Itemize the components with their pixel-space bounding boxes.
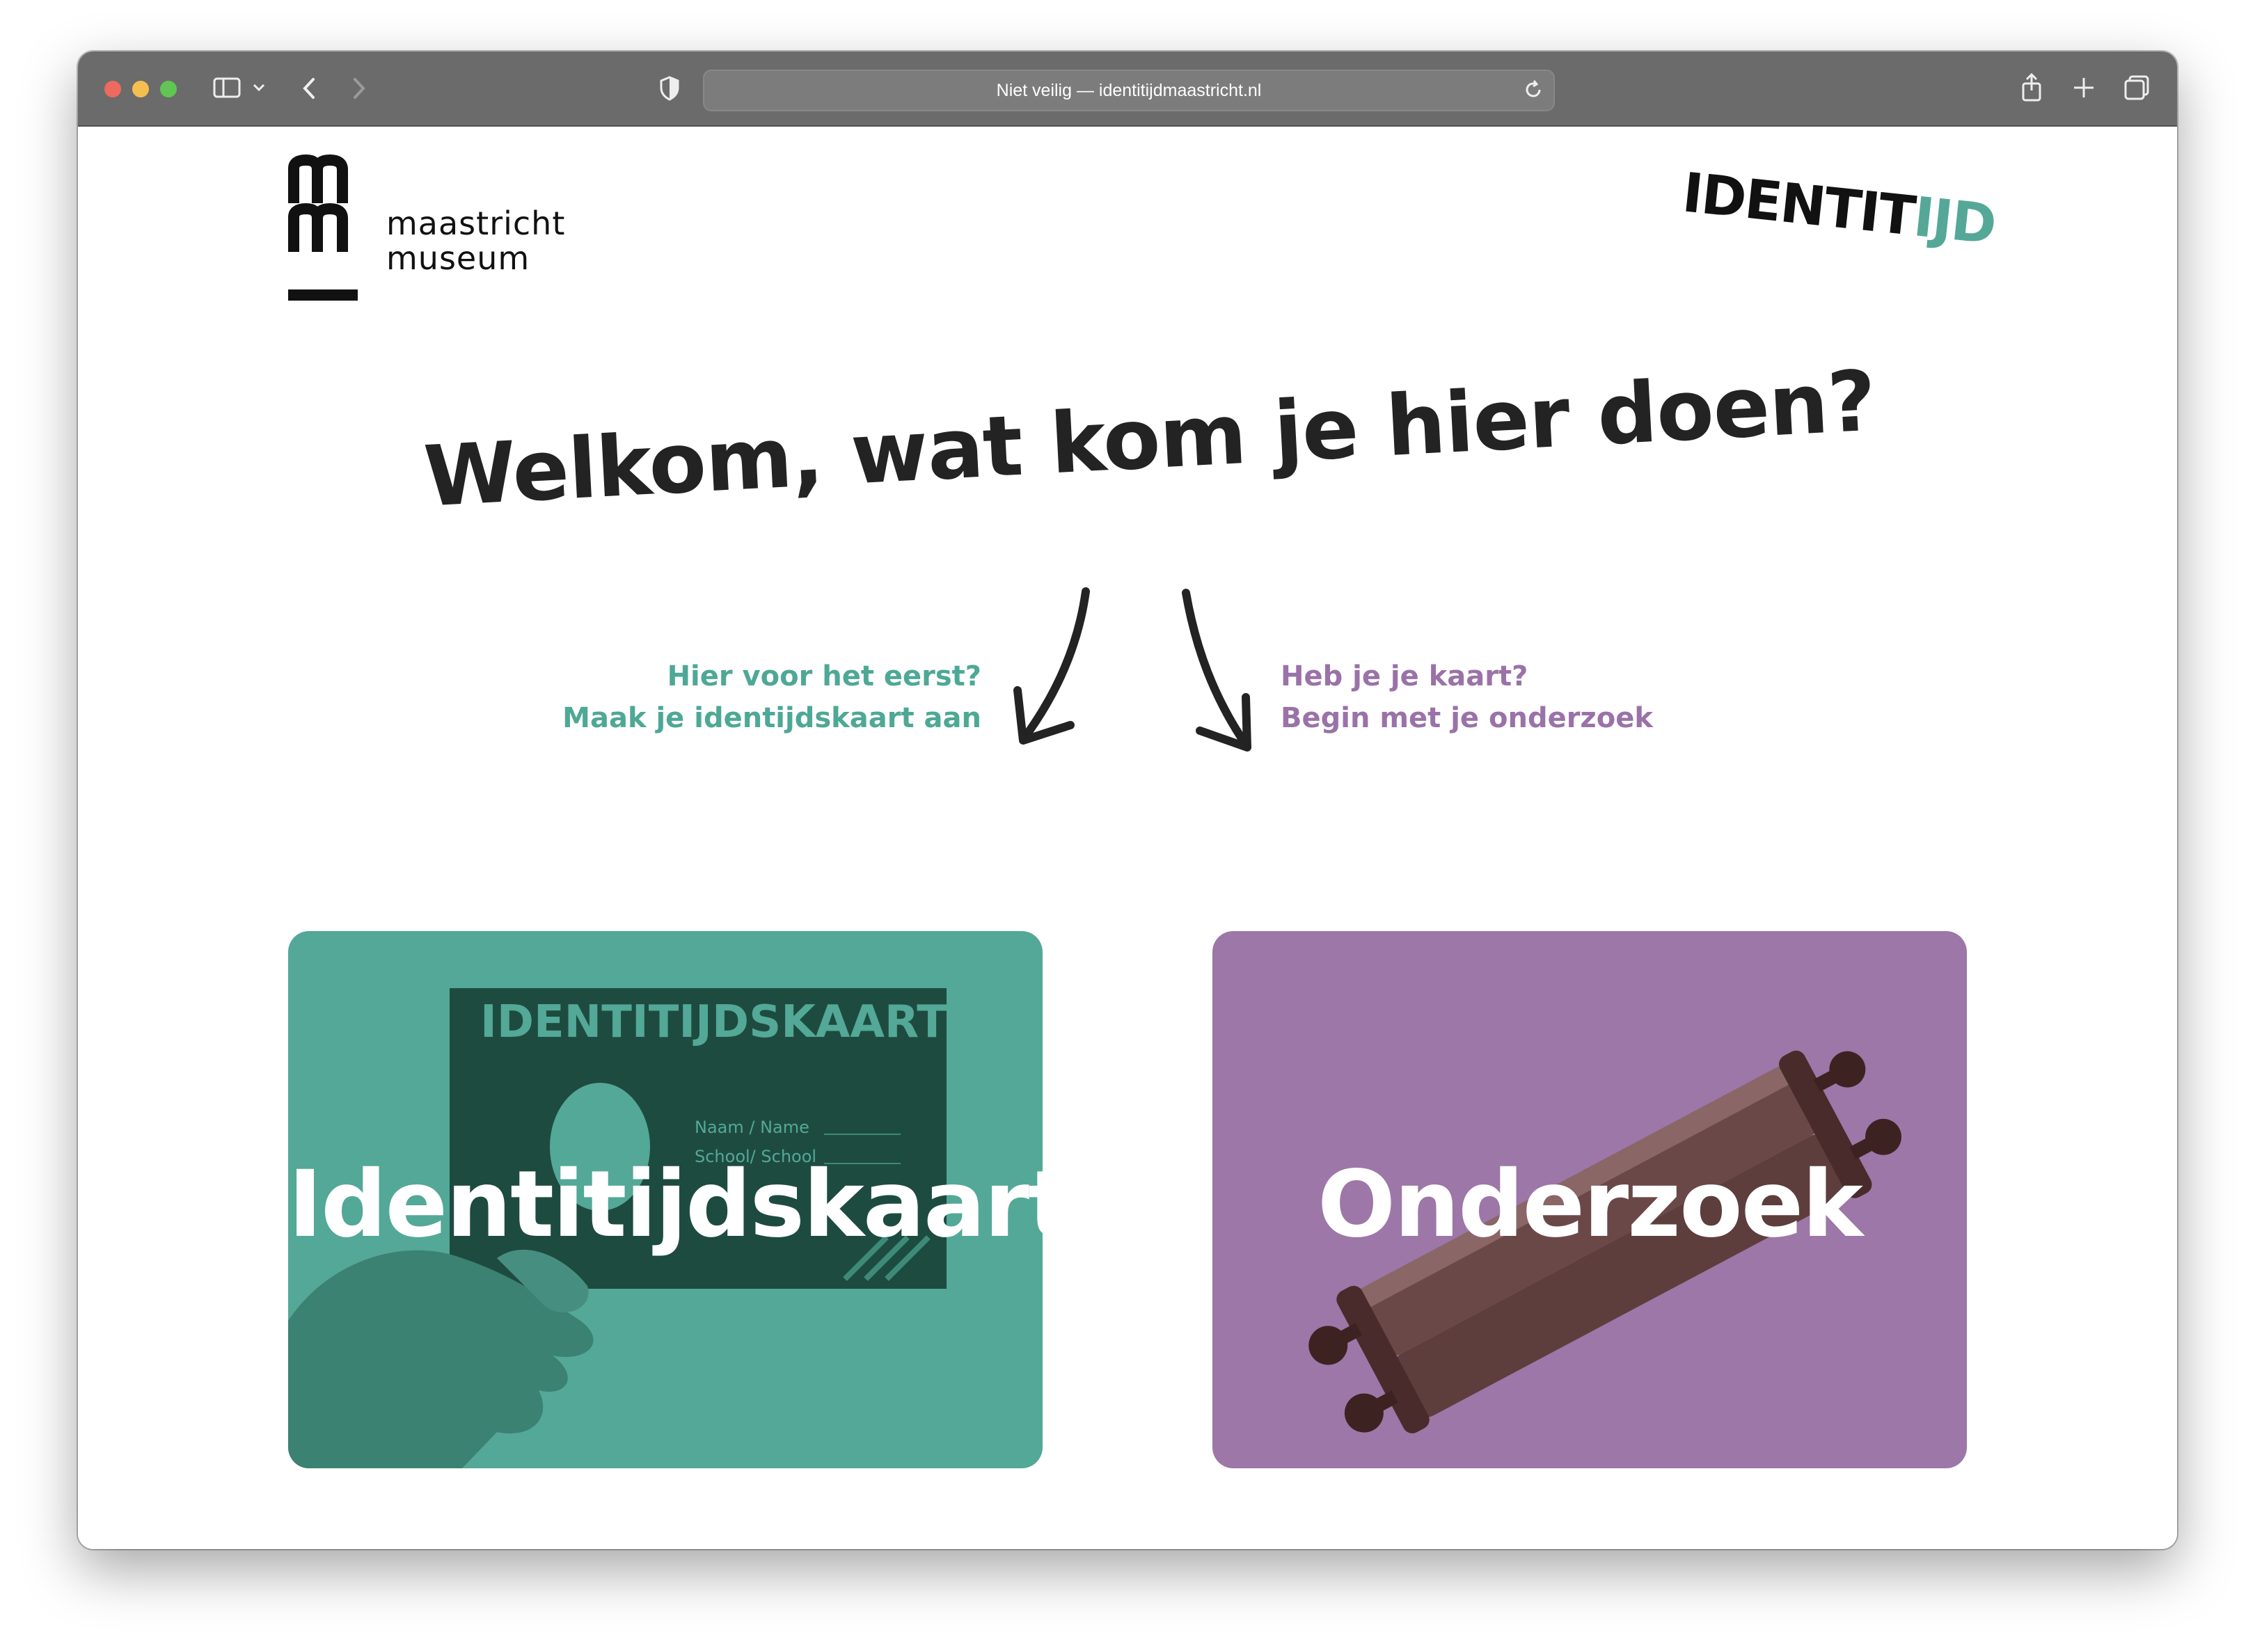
close-window-button[interactable] <box>104 81 121 97</box>
share-icon[interactable] <box>2020 72 2043 103</box>
privacy-shield-icon[interactable] <box>658 75 681 102</box>
zoom-window-button[interactable] <box>160 81 177 97</box>
hint-right-line1: Heb je je kaart? <box>1281 660 1528 692</box>
hint-returning-visitor: Heb je je kaart? Begin met je onderzoek <box>1281 656 1653 739</box>
tab-overview-icon[interactable] <box>2123 74 2151 102</box>
new-tab-icon[interactable] <box>2071 75 2096 100</box>
forward-icon[interactable] <box>351 77 367 100</box>
hint-new-visitor: Hier voor het eerst? Maak je identijdska… <box>562 656 981 739</box>
museum-logo-line2: museum <box>386 239 530 277</box>
identitijdskaart-card-label: Identitijdskaart <box>288 1151 1043 1258</box>
museum-logo-text: maastricht museum <box>386 206 565 276</box>
address-bar[interactable]: Niet veilig — identitijdmaastricht.nl <box>703 70 1555 111</box>
back-icon[interactable] <box>301 77 317 100</box>
reload-icon[interactable] <box>1523 79 1544 100</box>
chevron-down-icon[interactable] <box>252 82 266 93</box>
museum-logo-line1: maastricht <box>386 205 566 242</box>
arrow-down-left-icon <box>1013 587 1090 745</box>
onderzoek-card-label: Onderzoek <box>1317 1151 1863 1258</box>
browser-toolbar: Niet veilig — identitijdmaastricht.nl <box>78 51 2177 127</box>
page-title: Welkom, wat kom je hier doen? <box>421 353 1878 526</box>
identitijd-logo-part1: IDENTIT <box>1679 161 1917 248</box>
hint-left-line2: Maak je identijdskaart aan <box>562 702 981 734</box>
id-card-field-name: Naam / Name <box>695 1118 809 1137</box>
onderzoek-card[interactable]: Onderzoek <box>1212 931 1967 1468</box>
hint-right-line2: Begin met je onderzoek <box>1281 702 1653 734</box>
hint-left-line1: Hier voor het eerst? <box>667 660 981 692</box>
address-bar-text: Niet veilig — identitijdmaastricht.nl <box>996 81 1262 100</box>
id-card-title: IDENTITIJDSKAART <box>480 996 947 1048</box>
identitijd-logo-part2: IJD <box>1910 186 1998 257</box>
page-content: maastricht museum IDENTITIJD Welkom, wat… <box>78 127 2177 1549</box>
mm-logo-mark-icon <box>288 154 358 301</box>
browser-window: Niet veilig — identitijdmaastricht.nl ma… <box>78 51 2177 1549</box>
identitijd-logo[interactable]: IDENTITIJD <box>1679 161 1998 257</box>
minimize-window-button[interactable] <box>132 81 149 97</box>
arrow-down-right-icon <box>1182 589 1251 752</box>
maastricht-museum-logo[interactable] <box>287 154 363 310</box>
sidebar-toggle-icon[interactable] <box>213 77 241 99</box>
identitijdskaart-card[interactable]: IDENTITIJDSKAART Naam / Name School/ Sch… <box>288 931 1043 1468</box>
